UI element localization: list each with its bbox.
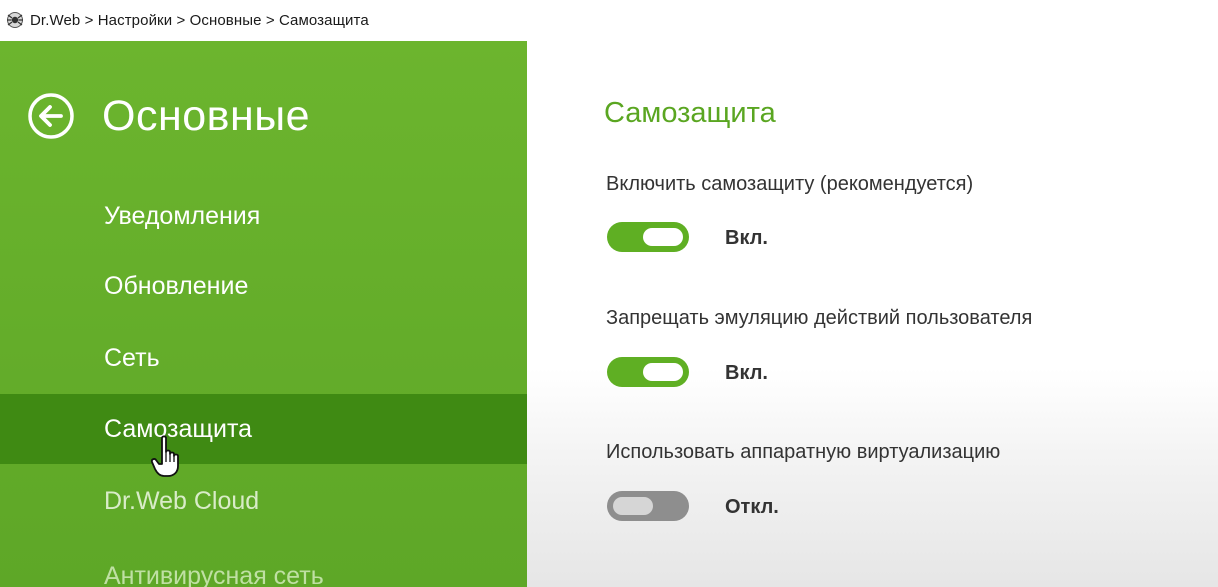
hw-virtualization-state: Откл. (725, 496, 779, 518)
back-arrow-circle-icon (28, 93, 74, 139)
drweb-spider-icon (7, 12, 23, 28)
section-title: Основные (102, 91, 311, 140)
breadcrumb: Dr.Web > Настройки > Основные > Самозащи… (30, 11, 369, 29)
sidebar-item-drweb-cloud[interactable]: Dr.Web Cloud (0, 466, 527, 536)
toggle-knob (643, 228, 683, 246)
sidebar-item-update[interactable]: Обновление (0, 251, 527, 321)
sidebar-item-network[interactable]: Сеть (0, 323, 527, 393)
page-title: Самозащита (604, 97, 776, 129)
self-protection-state: Вкл. (725, 227, 768, 249)
block-emulation-state: Вкл. (725, 362, 768, 384)
toggle-knob (643, 363, 683, 381)
sidebar-item-label: Dr.Web Cloud (104, 486, 260, 515)
toggle-knob (613, 497, 653, 515)
back-button[interactable] (26, 91, 76, 141)
setting-label-hw-virtualization: Использовать аппаратную виртуализацию (606, 441, 1001, 463)
settings-panel: Самозащита Включить самозащиту (рекоменд… (527, 41, 1218, 587)
hw-virtualization-toggle[interactable] (607, 491, 689, 521)
sidebar: Основные Уведомления Обновление Сеть Сам… (0, 41, 527, 587)
setting-label-block-emulation: Запрещать эмуляцию действий пользователя (606, 307, 1033, 329)
sidebar-item-label: Самозащита (104, 414, 253, 443)
sidebar-item-notifications[interactable]: Уведомления (0, 181, 527, 251)
sidebar-item-label: Сеть (104, 343, 160, 372)
section-header: Основные (26, 91, 310, 141)
block-emulation-toggle[interactable] (607, 357, 689, 387)
title-bar: Dr.Web > Настройки > Основные > Самозащи… (0, 0, 1218, 40)
sidebar-item-label: Уведомления (104, 201, 261, 230)
setting-label-self-protection: Включить самозащиту (рекомендуется) (606, 173, 974, 195)
self-protection-toggle[interactable] (607, 222, 689, 252)
sidebar-item-self-protection[interactable]: Самозащита (0, 394, 527, 464)
sidebar-item-antivirus-network[interactable]: Антивирусная сеть (0, 541, 527, 587)
sidebar-item-label: Обновление (104, 271, 249, 300)
sidebar-item-label: Антивирусная сеть (104, 561, 324, 587)
